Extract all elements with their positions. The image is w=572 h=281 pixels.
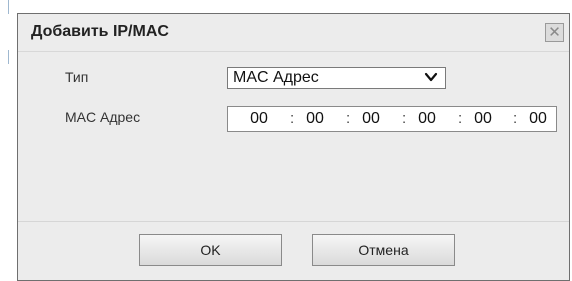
mac-octet-3[interactable]: 00 [356,110,386,128]
mac-address-input: 00 : 00 : 00 : 00 : 00 : 00 [227,106,557,132]
type-select[interactable]: MAC Адрес [227,67,446,89]
dialog-title: Добавить IP/MAC [31,23,169,40]
title-separator [18,51,569,52]
background-line [8,0,9,14]
close-icon: ✕ [548,24,561,41]
mac-octet-2[interactable]: 00 [300,110,330,128]
cancel-button[interactable]: Отмена [312,234,455,266]
background-line [8,50,9,64]
type-select-value: MAC Адрес [233,69,319,86]
chevron-down-icon [424,72,438,82]
type-label: Тип [65,69,89,85]
mac-octet-4[interactable]: 00 [412,110,442,128]
mac-octet-1[interactable]: 00 [244,110,274,128]
add-ip-mac-dialog: Добавить IP/MAC ✕ Тип MAC Адрес MAC Адре… [17,13,570,281]
dialog-titlebar: Добавить IP/MAC ✕ [18,14,569,50]
mac-octet-5[interactable]: 00 [468,110,498,128]
close-button[interactable]: ✕ [545,23,564,42]
footer-separator [18,221,569,222]
mac-separator: : [346,110,351,127]
mac-separator: : [402,110,407,127]
mac-separator: : [458,110,463,127]
ok-button[interactable]: OK [139,234,282,266]
mac-separator: : [513,110,518,127]
mac-octet-6[interactable]: 00 [523,110,553,128]
mac-separator: : [290,110,295,127]
mac-address-label: MAC Адрес [65,109,141,125]
background-edge [0,0,16,281]
